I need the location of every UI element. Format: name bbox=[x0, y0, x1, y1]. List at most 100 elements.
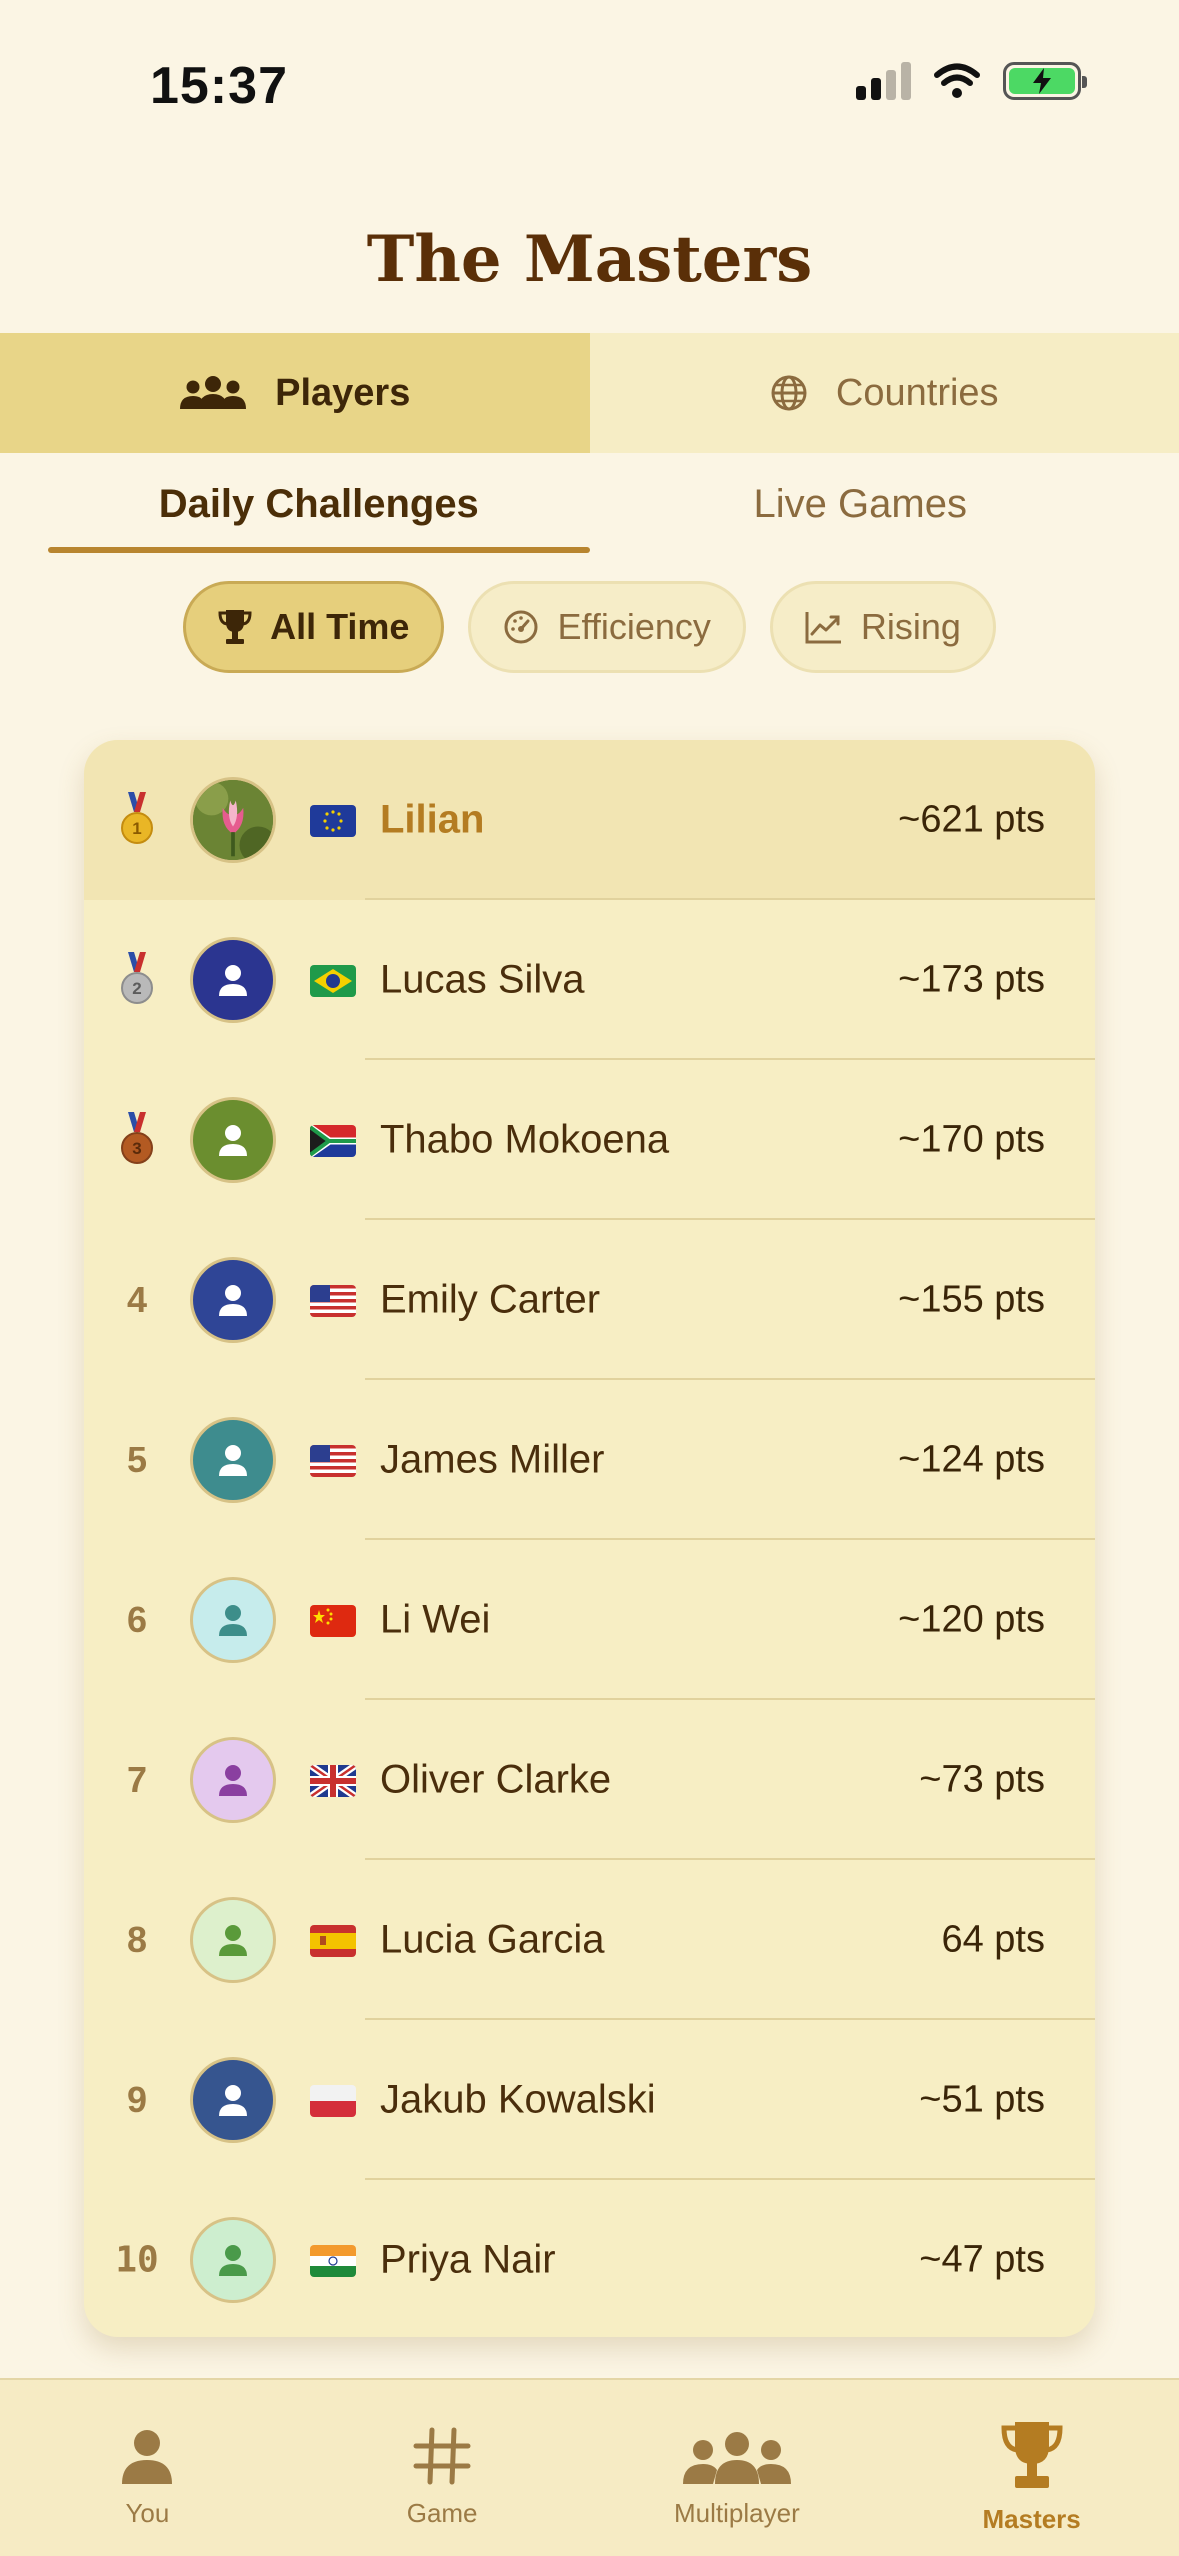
leaderboard-row[interactable]: 3 Thabo Mokoena ~170 pts bbox=[84, 1060, 1095, 1220]
rank-number: 4 bbox=[126, 1279, 148, 1320]
flag-us-icon bbox=[310, 1285, 356, 1317]
leaderboard-row[interactable]: 1 Lilian ~621 pts bbox=[84, 740, 1095, 900]
nav-you-label: You bbox=[125, 2498, 170, 2528]
nav-multiplayer[interactable]: Multiplayer bbox=[590, 2380, 885, 2556]
rank-number: 8 bbox=[126, 1919, 148, 1960]
trophy-icon bbox=[1001, 2422, 1063, 2488]
cellular-signal-icon bbox=[856, 62, 911, 100]
leaderboard-row[interactable]: 9 Jakub Kowalski ~51 pts bbox=[84, 2020, 1095, 2180]
page-title: The Masters bbox=[366, 222, 813, 297]
flag-eu-icon bbox=[310, 805, 356, 837]
player-name: James Miller bbox=[380, 1437, 605, 1482]
rank-number: 10 bbox=[115, 2239, 159, 2281]
player-points: ~120 pts bbox=[898, 1598, 1045, 1641]
nav-game[interactable]: Game bbox=[295, 2380, 590, 2556]
player-points: ~173 pts bbox=[898, 958, 1045, 1001]
person-icon bbox=[219, 1125, 247, 1156]
person-icon bbox=[122, 2430, 173, 2484]
person-icon bbox=[219, 965, 247, 996]
leaderboard-row[interactable]: 7 Oliver Clarke ~73 pts bbox=[84, 1700, 1095, 1860]
filter-all-time-label: All Time bbox=[270, 606, 410, 647]
leaderboard-row[interactable]: 6 Li Wei ~120 pts bbox=[84, 1540, 1095, 1700]
person-icon bbox=[219, 1925, 247, 1956]
person-icon bbox=[219, 1605, 247, 1636]
nav-masters-label: Masters bbox=[982, 2504, 1081, 2534]
player-points: ~47 pts bbox=[919, 2238, 1045, 2281]
avatar bbox=[190, 1097, 276, 1183]
status-icons bbox=[856, 62, 1087, 100]
tab-players-label: Players bbox=[275, 371, 411, 414]
flag-us-icon bbox=[310, 1445, 356, 1477]
leaderboard: 1 Lilian ~621 pts 2 Lucas Silva ~173 pts… bbox=[84, 740, 1095, 2337]
tab-daily-challenges[interactable]: Daily Challenges bbox=[48, 455, 590, 553]
flag-pl-icon bbox=[310, 2085, 356, 2117]
filter-efficiency-label: Efficiency bbox=[557, 606, 711, 647]
avatar bbox=[190, 1257, 276, 1343]
player-name: Lilian bbox=[380, 797, 485, 842]
trending-up-icon bbox=[805, 612, 841, 644]
leaderboard-row[interactable]: 2 Lucas Silva ~173 pts bbox=[84, 900, 1095, 1060]
leaderboard-row[interactable]: 10 Priya Nair ~47 pts bbox=[84, 2180, 1095, 2337]
player-name: Lucas Silva bbox=[380, 957, 585, 1002]
player-points: ~170 pts bbox=[898, 1118, 1045, 1161]
grid-hash-icon bbox=[413, 2427, 471, 2485]
nav-you[interactable]: You bbox=[0, 2380, 295, 2556]
top-tabs: Players Countries bbox=[0, 333, 1179, 453]
silver-medal-icon: 2 bbox=[121, 952, 153, 1004]
player-name: Jakub Kowalski bbox=[380, 2077, 656, 2122]
group-icon bbox=[180, 376, 247, 409]
player-name: Oliver Clarke bbox=[380, 1757, 612, 1802]
player-points: ~155 pts bbox=[898, 1278, 1045, 1321]
avatar-photo bbox=[190, 777, 276, 863]
leaderboard-row[interactable]: 5 James Miller ~124 pts bbox=[84, 1380, 1095, 1540]
bronze-medal-icon: 3 bbox=[121, 1112, 153, 1164]
svg-text:2: 2 bbox=[132, 979, 141, 998]
flag-gb-icon bbox=[310, 1765, 356, 1797]
avatar bbox=[190, 2217, 276, 2303]
person-icon bbox=[219, 2085, 247, 2116]
player-points: ~73 pts bbox=[919, 1758, 1045, 1801]
player-points: ~621 pts bbox=[898, 798, 1045, 841]
player-name: Li Wei bbox=[380, 1597, 491, 1642]
leaderboard-row[interactable]: 4 Emily Carter ~155 pts bbox=[84, 1220, 1095, 1380]
flag-in-icon bbox=[310, 2245, 356, 2277]
avatar bbox=[190, 937, 276, 1023]
tab-live-games[interactable]: Live Games bbox=[590, 455, 1132, 553]
svg-text:1: 1 bbox=[132, 819, 141, 838]
nav-multiplayer-label: Multiplayer bbox=[674, 2498, 800, 2528]
flag-za-icon bbox=[310, 1125, 356, 1157]
person-icon bbox=[219, 1285, 247, 1316]
filter-rising-label: Rising bbox=[860, 606, 961, 647]
avatar bbox=[190, 1417, 276, 1503]
avatar bbox=[190, 1737, 276, 1823]
filter-chips: All Time Efficiency Rising bbox=[0, 581, 1179, 673]
filter-all-time[interactable]: All Time bbox=[183, 581, 445, 673]
filter-efficiency[interactable]: Efficiency bbox=[468, 581, 746, 673]
flag-br-icon bbox=[310, 965, 356, 997]
flag-cn-icon bbox=[310, 1605, 356, 1637]
rank-number: 6 bbox=[126, 1599, 148, 1640]
globe-icon bbox=[771, 375, 807, 411]
rank-number: 9 bbox=[126, 2079, 148, 2120]
tab-countries[interactable]: Countries bbox=[589, 333, 1179, 453]
person-icon bbox=[219, 2245, 247, 2276]
person-icon bbox=[219, 1445, 247, 1476]
tab-countries-label: Countries bbox=[835, 371, 999, 414]
player-name: Emily Carter bbox=[380, 1277, 601, 1322]
tab-players[interactable]: Players bbox=[0, 333, 590, 453]
svg-text:3: 3 bbox=[132, 1139, 141, 1158]
person-icon bbox=[219, 1765, 247, 1796]
filter-rising[interactable]: Rising bbox=[769, 581, 996, 673]
leaderboard-row[interactable]: 8 Lucia Garcia 64 pts bbox=[84, 1860, 1095, 2020]
player-name: Lucia Garcia bbox=[380, 1917, 605, 1962]
battery-icon bbox=[1003, 62, 1087, 100]
rank-number: 7 bbox=[126, 1759, 148, 1800]
sub-tabs: Daily Challenges Live Games bbox=[48, 455, 1131, 553]
status-time: 15:37 bbox=[150, 57, 288, 115]
wifi-icon bbox=[934, 63, 980, 98]
status-bar: 15:37 bbox=[0, 0, 1179, 175]
trophy-icon bbox=[218, 610, 252, 644]
speedometer-icon bbox=[504, 610, 538, 644]
nav-masters[interactable]: Masters bbox=[884, 2380, 1179, 2556]
bottom-nav: You Game Multiplayer Masters bbox=[0, 2378, 1179, 2556]
